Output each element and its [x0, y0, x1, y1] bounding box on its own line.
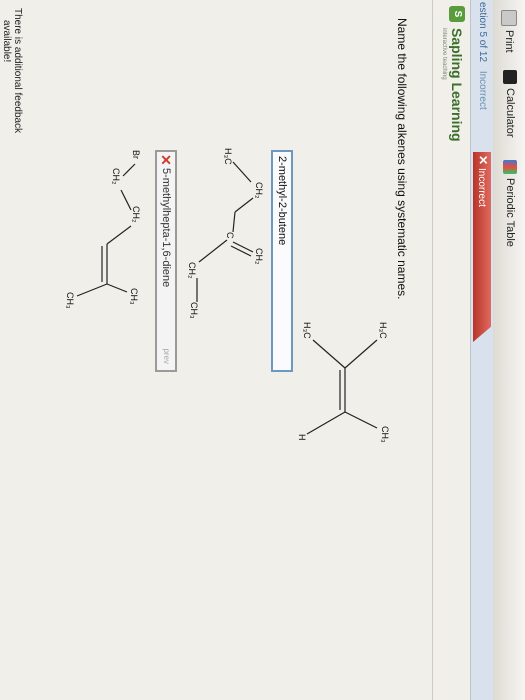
- mol3-bond: [76, 283, 108, 297]
- mol3-label-ch2-b: CH₂: [131, 206, 141, 223]
- mol3-bond: [122, 163, 136, 177]
- mol3-bond: [120, 189, 132, 211]
- mol3-label-ch3-bottom: CH₃: [65, 292, 75, 309]
- page: Print Calculator Periodic Table estion 5…: [0, 0, 525, 700]
- feedback-notice[interactable]: There is additional feedback: [12, 8, 23, 133]
- mol3-label-ch2-a: CH₂: [111, 168, 121, 185]
- feedback-notice-continued: available!: [1, 20, 12, 63]
- mol3-bond: [106, 283, 128, 293]
- mol3-bond: [106, 225, 132, 245]
- mol3-label-ch3-right: CH₃: [129, 288, 139, 305]
- molecule-3-structure: Br CH₂ CH₂ CH₃ CH₃: [65, 150, 141, 309]
- mol3-label-br: Br: [131, 150, 141, 159]
